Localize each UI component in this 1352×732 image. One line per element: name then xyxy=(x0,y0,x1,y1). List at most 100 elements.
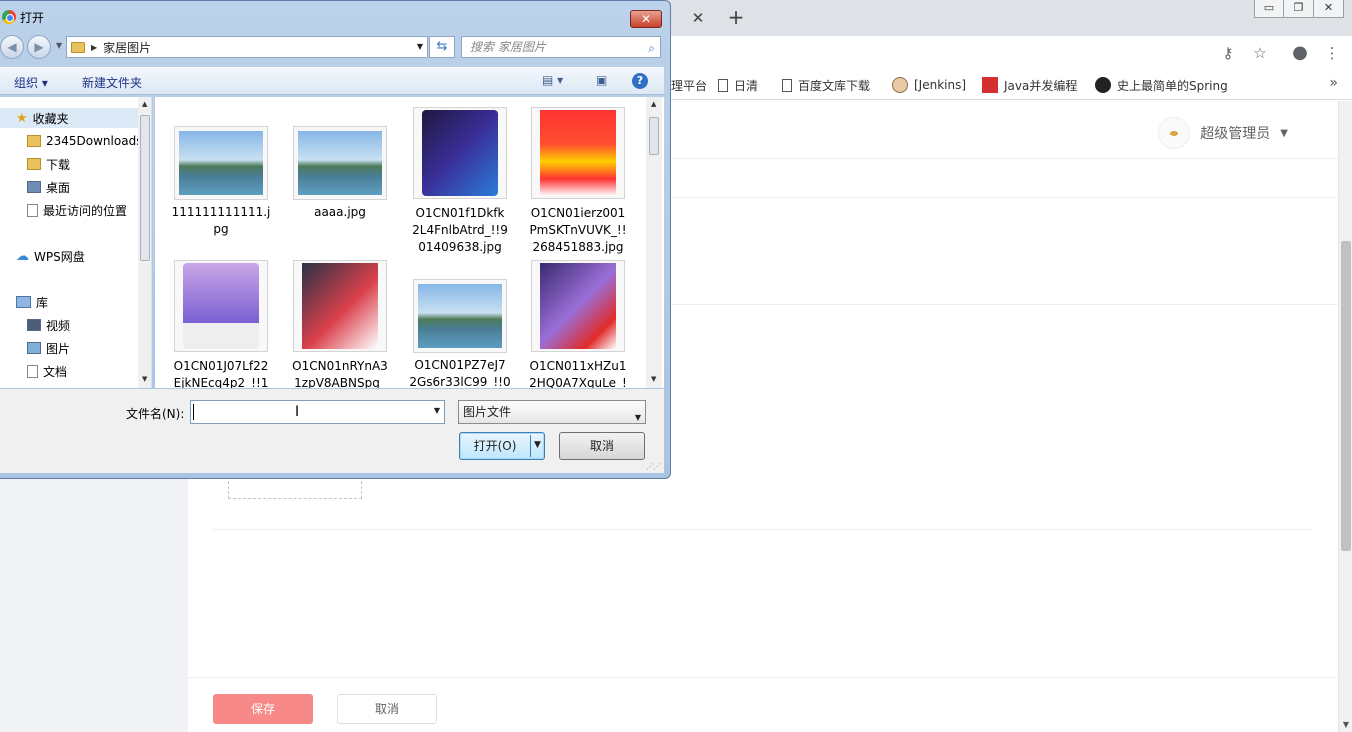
scroll-up-icon[interactable]: ▲ xyxy=(651,100,656,108)
nav-item-desktop[interactable]: 桌面 xyxy=(27,177,70,197)
dialog-cancel-button[interactable]: 取消 xyxy=(559,432,645,460)
file-item[interactable]: O1CN01nRYnA3 1zpV8ABNSpg_ xyxy=(286,260,394,388)
organize-button[interactable]: 组织 ▾ xyxy=(14,74,48,91)
file-name: 01409638.jpg xyxy=(418,240,502,254)
bookmark-item[interactable]: 理平台 xyxy=(671,76,707,94)
page-icon xyxy=(782,78,792,92)
jenkins-icon xyxy=(892,77,908,93)
close-window-button[interactable]: ✕ xyxy=(1314,0,1344,18)
text-caret xyxy=(193,404,194,420)
bookmark-item[interactable]: 百度文库下载 xyxy=(782,76,870,94)
file-item[interactable]: aaaa.jpg xyxy=(286,126,394,221)
nav-favorites[interactable]: ★ 收藏夹 xyxy=(0,108,138,128)
search-icon[interactable]: ⌕ xyxy=(648,38,655,58)
new-folder-button[interactable]: 新建文件夹 xyxy=(82,74,142,91)
refresh-icon[interactable]: ⇆ xyxy=(429,36,455,58)
open-file-dialog: 打开 ✕ ◀ ▶ ▼ ▶ 家居图片 ▼ ⇆ 搜索 家居图片 ⌕ 组织 ▾ 新建文… xyxy=(0,0,671,479)
file-list-scrollbar[interactable]: ▲ ▼ xyxy=(646,97,662,388)
file-item[interactable]: O1CN01ierz001 PmSKTnVUVK_!! 268451883.jp… xyxy=(524,107,632,256)
address-bar[interactable]: ▶ 家居图片 ▼ xyxy=(66,36,428,58)
nav-item-downloads[interactable]: 下载 xyxy=(27,154,70,174)
chevron-down-icon[interactable]: ▼ xyxy=(635,407,641,429)
user-menu[interactable]: 超级管理员 ▼ xyxy=(1158,117,1288,149)
file-item[interactable]: O1CN01J07Lf22 EjkNEcq4p2_!!1 xyxy=(167,260,275,388)
forward-icon[interactable]: ▶ xyxy=(27,35,51,59)
minimize-button[interactable]: ▭ xyxy=(1254,0,1284,18)
star-icon: ★ xyxy=(16,110,28,126)
restore-button[interactable]: ❐ xyxy=(1284,0,1314,18)
open-options-dropdown-icon[interactable]: ▼ xyxy=(534,440,541,450)
view-options-icon[interactable]: ▤ ▾ xyxy=(542,73,563,87)
history-dropdown-icon[interactable]: ▼ xyxy=(56,41,62,50)
page-scrollbar[interactable]: ▼ xyxy=(1338,101,1352,732)
menu-icon[interactable]: ⋮ xyxy=(1321,42,1343,64)
file-name: 1zpV8ABNSpg_ xyxy=(294,376,386,388)
github-icon xyxy=(1095,77,1111,93)
nav-item-recent[interactable]: 最近访问的位置 xyxy=(27,200,127,220)
search-input[interactable]: 搜索 家居图片 ⌕ xyxy=(461,36,661,58)
document-icon xyxy=(27,364,38,378)
scrollbar-thumb[interactable] xyxy=(649,117,659,155)
file-name: O1CN01PZ7eJ7 xyxy=(414,358,506,372)
file-name: 2Gs6r33lC99_!!0 xyxy=(409,375,511,388)
address-path[interactable]: 家居图片 xyxy=(103,39,151,56)
file-item[interactable]: O1CN01PZ7eJ7 2Gs6r33lC99_!!0 xyxy=(406,279,514,388)
nav-scrollbar[interactable]: ▲ ▼ xyxy=(138,97,151,388)
dialog-close-button[interactable]: ✕ xyxy=(630,10,662,28)
desktop-icon xyxy=(27,181,41,193)
dialog-nav-row: ◀ ▶ ▼ ▶ 家居图片 ▼ ⇆ 搜索 家居图片 ⌕ xyxy=(0,34,671,60)
bookmarks-overflow-button[interactable]: » xyxy=(1329,75,1338,91)
bookmark-item[interactable]: 日清 xyxy=(718,76,758,94)
file-item[interactable]: O1CN01f1Dkfk 2L4FnlbAtrd_!!9 01409638.jp… xyxy=(406,107,514,256)
video-icon xyxy=(27,319,41,331)
nav-item-pictures[interactable]: 图片 xyxy=(27,338,70,358)
chevron-down-icon[interactable]: ▼ xyxy=(434,406,440,415)
dialog-titlebar: 打开 xyxy=(0,7,44,27)
help-icon[interactable]: ? xyxy=(632,73,648,89)
file-item[interactable]: O1CN011xHZu1 2HQ0A7XquLe_! xyxy=(524,260,632,388)
bookmark-item[interactable]: Java并发编程 xyxy=(982,76,1077,94)
save-button[interactable]: 保存 xyxy=(213,694,313,724)
back-icon[interactable]: ◀ xyxy=(0,35,24,59)
scrollbar-thumb[interactable] xyxy=(1341,241,1351,551)
file-name: EjkNEcq4p2_!!1 xyxy=(173,376,269,388)
dialog-bottom-panel: 文件名(N): I ▼ 图片文件 ▼ 打开(O) ▼ 取消 ⋰⋰ xyxy=(0,389,664,473)
tab-close-button[interactable]: ✕ xyxy=(688,8,708,28)
command-bar: 组织 ▾ 新建文件夹 ▤ ▾ ▣ ? xyxy=(0,67,664,95)
preview-pane-icon[interactable]: ▣ xyxy=(596,73,607,87)
key-icon[interactable]: ⚷ xyxy=(1217,42,1239,64)
scroll-down-icon[interactable]: ▼ xyxy=(1339,718,1352,732)
scrollbar-thumb[interactable] xyxy=(140,115,150,261)
scroll-down-icon[interactable]: ▼ xyxy=(142,375,147,383)
scroll-down-icon[interactable]: ▼ xyxy=(651,375,656,383)
file-item[interactable]: 111111111111.j pg xyxy=(167,126,275,238)
folder-icon xyxy=(71,41,85,53)
file-name: PmSKTnVUVK_!! xyxy=(529,223,627,237)
bookmark-item[interactable]: [Jenkins] xyxy=(892,76,966,94)
nav-item-videos[interactable]: 视频 xyxy=(27,315,70,335)
resize-grip-icon[interactable]: ⋰⋰ xyxy=(646,462,661,471)
cancel-button[interactable]: 取消 xyxy=(337,694,437,724)
scroll-up-icon[interactable]: ▲ xyxy=(142,100,147,108)
nav-item-library[interactable]: 库 xyxy=(16,292,48,312)
chevron-right-icon: ▶ xyxy=(91,42,98,52)
profile-icon[interactable]: ● xyxy=(1289,42,1311,64)
nav-item-wps[interactable]: ☁ WPS网盘 xyxy=(16,246,85,266)
image-thumbnail xyxy=(293,126,387,200)
filename-input[interactable]: I ▼ xyxy=(190,400,445,424)
file-type-select[interactable]: 图片文件 ▼ xyxy=(458,400,646,424)
chevron-down-icon[interactable]: ▼ xyxy=(417,42,423,51)
avatar xyxy=(1158,117,1191,149)
file-name: O1CN01J07Lf22 xyxy=(173,359,269,373)
bookmark-item[interactable]: 史上最简单的Spring xyxy=(1095,76,1228,94)
nav-item-documents[interactable]: 文档 xyxy=(27,361,67,381)
file-name: 2HQ0A7XquLe_! xyxy=(529,376,627,388)
open-button[interactable]: 打开(O) ▼ xyxy=(459,432,545,460)
chrome-icon xyxy=(2,10,16,24)
star-icon[interactable]: ☆ xyxy=(1249,42,1271,64)
new-tab-button[interactable]: + xyxy=(726,6,746,28)
file-list: 111111111111.j pg aaaa.jpg O1CN01f1Dkfk … xyxy=(155,97,664,388)
nav-item-2345downloads[interactable]: 2345Downloads xyxy=(27,131,142,151)
form-footer: 保存 取消 xyxy=(188,677,1338,732)
library-icon xyxy=(16,296,31,308)
